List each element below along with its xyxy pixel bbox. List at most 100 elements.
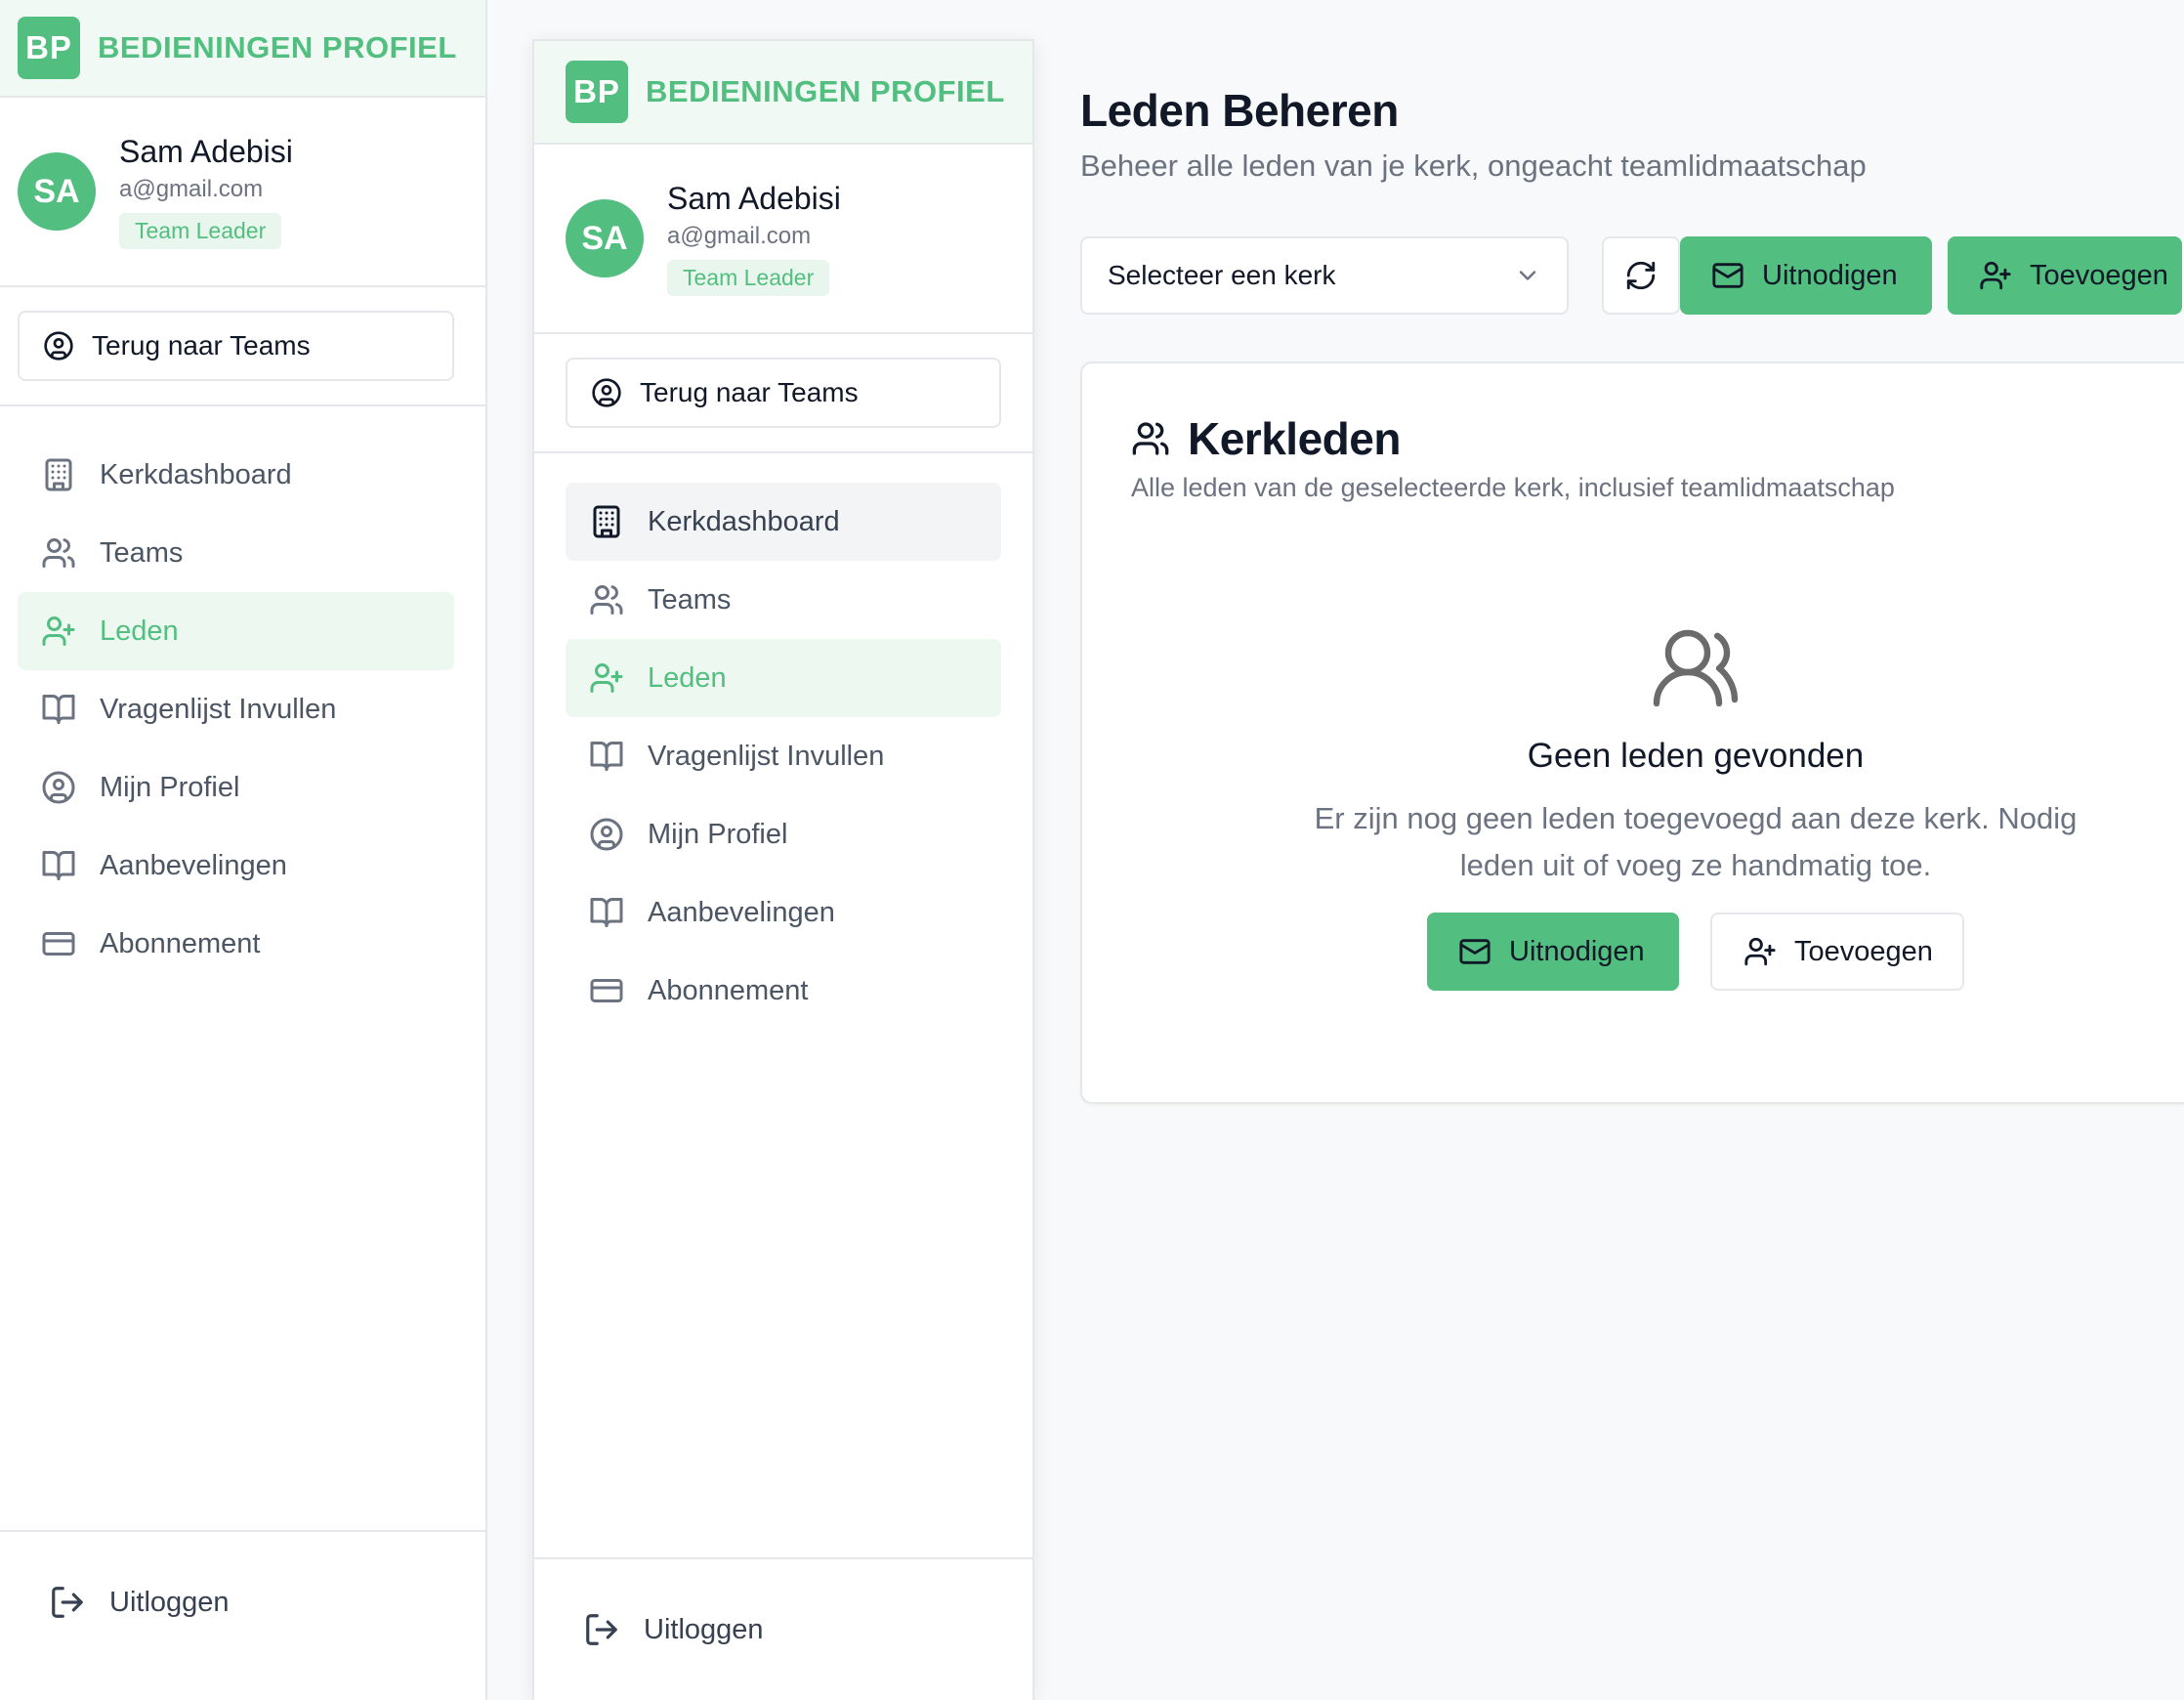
log-out-icon [583,1611,620,1648]
sidebar-item-kerkdashboard[interactable]: Kerkdashboard [18,436,454,514]
user-plus-icon [587,659,626,698]
mail-icon [1711,259,1744,292]
main-content: Leden Beheren Beheer alle leden van je k… [1080,0,2184,1700]
sidebar-item-label: Mijn Profiel [648,818,788,850]
page-subtitle: Beheer alle leden van je kerk, ongeacht … [1080,149,1867,183]
sidebar-item-teams[interactable]: Teams [18,514,454,592]
sidebar-item-abonnement[interactable]: Abonnement [566,952,1001,1030]
building-icon [587,502,626,541]
book-open-icon [587,893,626,932]
user-circle-icon [591,377,622,408]
back-to-teams-button[interactable]: Terug naar Teams [18,311,454,381]
brand-header: BP BEDIENINGEN PROFIEL [0,0,485,98]
users-icon [39,533,78,573]
role-badge: Team Leader [119,213,282,249]
church-select-value: Selecteer een kerk [1108,260,1336,290]
credit-card-icon [587,971,626,1010]
empty-state-title: Geen leden gevonden [1527,737,1865,775]
sidebar-nav: Kerkdashboard Teams Leden Vragenlijst In… [534,453,1032,1557]
book-open-icon [39,690,78,729]
sidebar-item-label: Leden [100,615,179,647]
refresh-button[interactable] [1602,236,1680,315]
sidebar-item-label: Vragenlijst Invullen [648,740,885,772]
logout-label: Uitloggen [109,1586,230,1618]
empty-add-member-button[interactable]: Toevoegen [1710,913,1964,991]
user-plus-icon [39,612,78,651]
users-icon [587,580,626,619]
user-name: Sam Adebisi [667,181,841,216]
brand-title: BEDIENINGEN PROFIEL [98,30,457,64]
sidebar-item-label: Mijn Profiel [100,771,240,803]
user-profile: SA Sam Adebisi a@gmail.com Team Leader [0,98,485,287]
brand-logo: BP [18,17,80,79]
user-email: a@gmail.com [119,176,264,202]
page-title: Leden Beheren [1080,85,1399,136]
empty-invite-button[interactable]: Uitnodigen [1427,913,1679,991]
user-email: a@gmail.com [667,223,812,249]
sidebar-item-vragenlijst[interactable]: Vragenlijst Invullen [18,670,454,748]
empty-state: Geen leden gevonden Er zijn nog geen led… [1082,621,2184,991]
user-circle-icon [43,330,74,361]
refresh-icon [1624,259,1658,292]
sidebar-item-aanbevelingen[interactable]: Aanbevelingen [566,873,1001,952]
mail-icon [1458,935,1491,968]
logout-button[interactable]: Uitloggen [534,1557,1032,1700]
sidebar-item-label: Kerkdashboard [648,505,840,537]
user-circle-icon [39,768,78,807]
add-member-label: Toevoegen [1794,935,1933,967]
brand-logo: BP [566,61,628,123]
sidebar-item-leden[interactable]: Leden [566,639,1001,717]
sidebar-item-kerkdashboard[interactable]: Kerkdashboard [566,483,1001,561]
logout-button[interactable]: Uitloggen [0,1530,485,1700]
sidebar-item-label: Aanbevelingen [100,849,287,881]
sidebar-item-abonnement[interactable]: Abonnement [18,905,454,983]
invite-label: Uitnodigen [1762,259,1898,291]
avatar: SA [18,152,96,231]
users-icon [1649,621,1743,715]
user-name: Sam Adebisi [119,134,293,169]
sidebar-item-aanbevelingen[interactable]: Aanbevelingen [18,827,454,905]
back-to-teams-label: Terug naar Teams [640,377,859,407]
sidebar: BP BEDIENINGEN PROFIEL SA Sam Adebisi a@… [532,39,1034,1700]
back-to-teams-button[interactable]: Terug naar Teams [566,358,1001,428]
sidebar-item-label: Kerkdashboard [100,458,292,490]
sidebar-nav: Kerkdashboard Teams Leden Vragenlijst In… [0,406,485,1530]
invite-button[interactable]: Uitnodigen [1680,236,1932,315]
sidebar-item-label: Abonnement [648,974,809,1006]
card-title: Kerkleden [1188,413,1401,464]
user-plus-icon [1979,259,2012,292]
invite-label: Uitnodigen [1509,935,1645,967]
sidebar-item-mijn-profiel[interactable]: Mijn Profiel [566,795,1001,873]
sidebar-item-leden[interactable]: Leden [18,592,454,670]
user-profile: SA Sam Adebisi a@gmail.com Team Leader [534,145,1032,334]
user-plus-icon [1743,935,1777,968]
sidebar-item-label: Abonnement [100,927,261,959]
credit-card-icon [39,924,78,963]
sidebar-item-mijn-profiel[interactable]: Mijn Profiel [18,748,454,827]
sidebar-item-teams[interactable]: Teams [566,561,1001,639]
book-open-icon [39,846,78,885]
sidebar-item-label: Vragenlijst Invullen [100,693,337,725]
sidebar-item-label: Aanbevelingen [648,896,835,928]
sidebar-item-label: Teams [648,583,732,616]
sidebar-item-label: Teams [100,536,184,569]
log-out-icon [49,1584,86,1621]
users-icon [1131,419,1170,458]
members-card: Kerkleden Alle leden van de geselecteerd… [1080,361,2184,1104]
back-to-teams-label: Terug naar Teams [92,330,311,361]
sidebar-item-label: Leden [648,661,727,694]
brand-title: BEDIENINGEN PROFIEL [646,74,1005,108]
book-open-icon [587,737,626,776]
chevron-down-icon [1514,262,1541,289]
logout-label: Uitloggen [644,1613,764,1645]
building-icon [39,455,78,494]
card-description: Alle leden van de geselecteerde kerk, in… [1131,473,1895,502]
sidebar-item-vragenlijst[interactable]: Vragenlijst Invullen [566,717,1001,795]
avatar: SA [566,199,644,277]
add-member-button[interactable]: Toevoegen [1948,236,2182,315]
user-circle-icon [587,815,626,854]
church-select[interactable]: Selecteer een kerk [1080,236,1569,315]
toolbar: Selecteer een kerk Uitnodigen Toevoegen [1080,236,2182,315]
empty-state-text: Er zijn nog geen leden toegevoegd aan de… [1314,801,2078,882]
role-badge: Team Leader [667,260,830,296]
